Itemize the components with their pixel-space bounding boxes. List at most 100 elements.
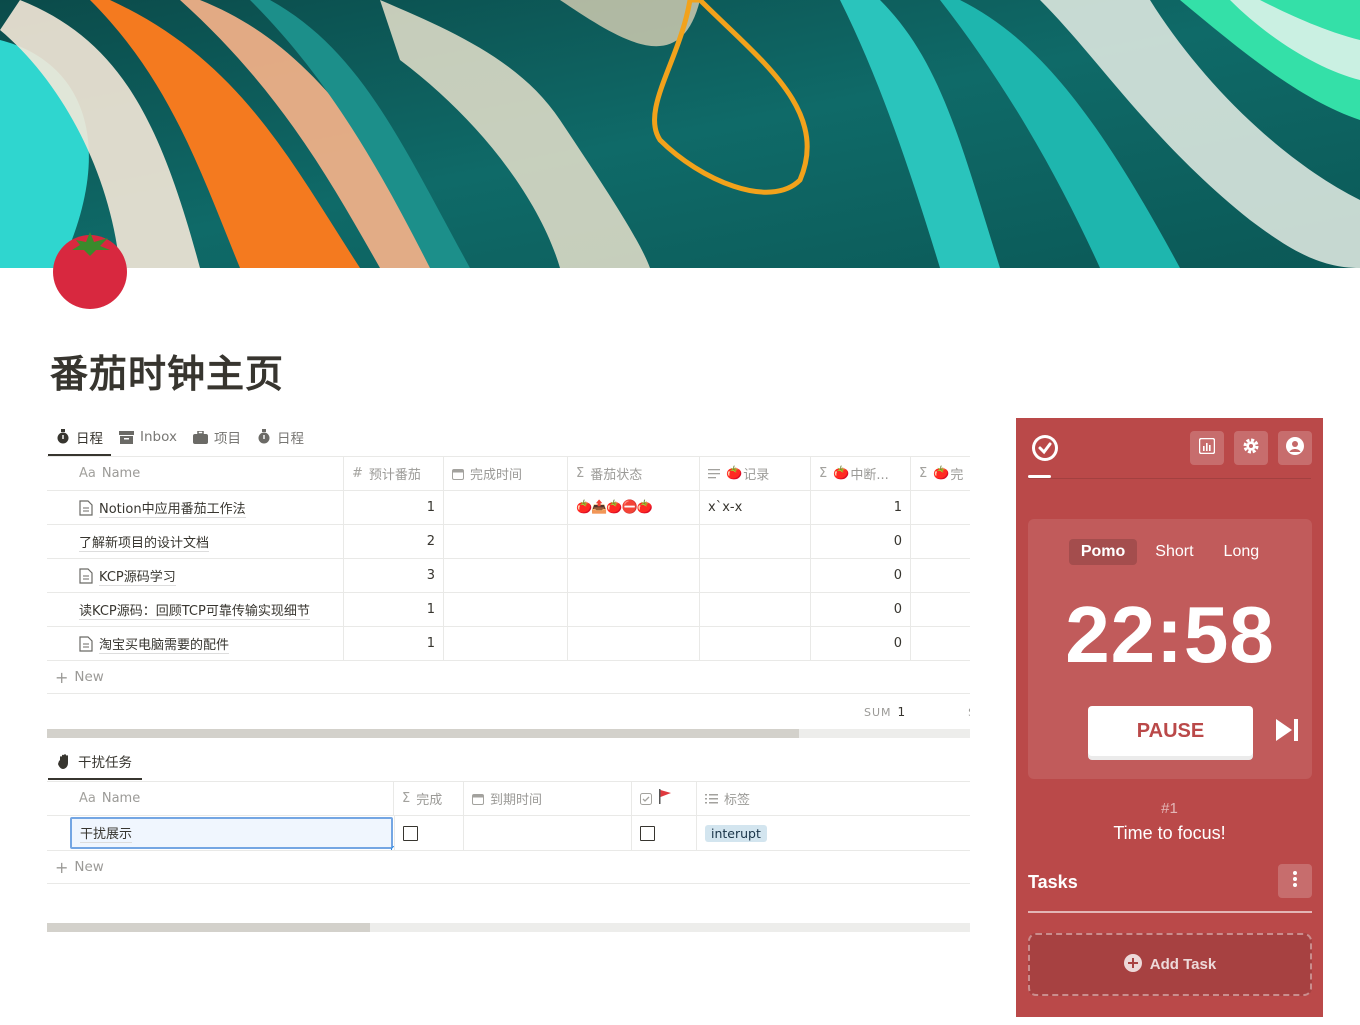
record-cell[interactable] bbox=[700, 593, 811, 626]
column-header-due[interactable]: 到期时间 bbox=[464, 782, 632, 815]
add-new-row-button[interactable]: + New bbox=[47, 661, 970, 694]
mode-long-break-button[interactable]: Long bbox=[1212, 539, 1272, 565]
horizontal-scrollbar-2[interactable] bbox=[47, 923, 970, 932]
briefcase-icon bbox=[192, 430, 208, 444]
row-name-cell[interactable]: 了解新项目的设计文档 bbox=[47, 525, 344, 558]
column-header-complete[interactable]: Σ 🍅 完 bbox=[911, 457, 970, 490]
calendar-icon bbox=[472, 793, 484, 805]
estimate-cell[interactable]: 2 bbox=[344, 525, 444, 558]
column-label: Name bbox=[101, 791, 141, 806]
status-cell[interactable] bbox=[568, 525, 700, 558]
row-name-cell[interactable]: 读KCP源码：回顾TCP可靠传输实现细节 bbox=[47, 593, 344, 626]
complete-cell[interactable] bbox=[911, 525, 970, 558]
table-row[interactable]: 读KCP源码：回顾TCP可靠传输实现细节 1 0 bbox=[47, 593, 970, 627]
interrupt-cell[interactable]: 0 bbox=[811, 593, 911, 626]
column-label: 预计番茄 bbox=[368, 468, 421, 483]
table-row[interactable]: 干扰展示 interupt bbox=[47, 816, 970, 851]
row-name-cell[interactable]: Notion中应用番茄工作法 bbox=[47, 491, 344, 524]
complete-cell[interactable] bbox=[911, 559, 970, 592]
flag-checkbox-cell[interactable] bbox=[632, 816, 697, 850]
column-header-estimate[interactable]: # 预计番茄 bbox=[344, 457, 444, 490]
complete-cell[interactable] bbox=[911, 627, 970, 660]
column-header-record[interactable]: 🍅 记录 bbox=[700, 457, 811, 490]
done-checkbox[interactable] bbox=[403, 825, 418, 841]
settings-button[interactable] bbox=[1234, 431, 1268, 465]
column-header-done[interactable]: Σ 完成 bbox=[394, 782, 464, 815]
interrupt-cell[interactable]: 1 bbox=[811, 491, 911, 524]
profile-button[interactable] bbox=[1278, 431, 1312, 465]
column-label: 完成时间 bbox=[470, 468, 523, 483]
column-header-tags[interactable]: 标签 bbox=[697, 782, 970, 815]
record-cell[interactable] bbox=[700, 525, 811, 558]
scrollbar-thumb[interactable] bbox=[47, 923, 371, 932]
tab-label: 干扰任务 bbox=[78, 755, 132, 771]
sum-label-cut: S bbox=[968, 706, 970, 719]
widget-header bbox=[1028, 418, 1312, 479]
done-time-cell[interactable] bbox=[444, 627, 568, 660]
estimate-cell[interactable]: 3 bbox=[344, 559, 444, 592]
pause-button[interactable]: PAUSE bbox=[1088, 706, 1253, 756]
estimate-cell[interactable]: 1 bbox=[344, 593, 444, 626]
interrupt-cell[interactable]: 0 bbox=[811, 559, 911, 592]
document-icon bbox=[79, 499, 93, 516]
done-time-cell[interactable] bbox=[444, 491, 568, 524]
flag-checkbox[interactable] bbox=[640, 825, 655, 841]
report-button[interactable] bbox=[1190, 431, 1224, 465]
complete-cell[interactable] bbox=[911, 491, 970, 524]
status-cell[interactable]: 🍅📤🍅⛔🍅 bbox=[568, 491, 700, 524]
interrupt-cell[interactable]: 0 bbox=[811, 627, 911, 660]
column-header-name[interactable]: Aa Name bbox=[47, 457, 344, 490]
column-header-name[interactable]: Aa Name bbox=[47, 782, 394, 815]
table-row[interactable]: KCP源码学习 3 0 bbox=[47, 559, 970, 593]
done-checkbox-cell[interactable] bbox=[394, 816, 464, 850]
complete-cell[interactable] bbox=[911, 593, 970, 626]
due-date-cell[interactable] bbox=[464, 816, 632, 850]
done-time-cell[interactable] bbox=[444, 593, 568, 626]
row-name-cell[interactable]: 淘宝买电脑需要的配件 bbox=[47, 627, 344, 660]
estimate-cell[interactable]: 1 bbox=[344, 627, 444, 660]
pomodoro-count[interactable]: #1 bbox=[1016, 800, 1323, 817]
status-cell[interactable] bbox=[568, 627, 700, 660]
user-avatar-icon bbox=[1286, 436, 1304, 460]
checkmark-logo-icon[interactable] bbox=[1032, 435, 1058, 461]
add-new-row-button[interactable]: + New bbox=[47, 851, 970, 884]
status-cell[interactable] bbox=[568, 559, 700, 592]
record-cell[interactable]: x`x-x bbox=[700, 491, 811, 524]
tomato-page-icon[interactable] bbox=[50, 228, 132, 310]
tab-schedule-2[interactable]: 日程 bbox=[249, 420, 312, 454]
column-header-done-time[interactable]: 完成时间 bbox=[444, 457, 568, 490]
row-name-cell[interactable]: KCP源码学习 bbox=[47, 559, 344, 592]
database-view-tabs: 日程 Inbox 项目 日程 bbox=[48, 420, 312, 456]
table-row[interactable]: 了解新项目的设计文档 2 0 bbox=[47, 525, 970, 559]
tasks-menu-button[interactable] bbox=[1278, 864, 1312, 898]
record-cell[interactable] bbox=[700, 627, 811, 660]
tab-schedule[interactable]: 日程 bbox=[48, 420, 111, 456]
column-header-interrupt[interactable]: Σ 🍅 中断... bbox=[811, 457, 911, 490]
tags-cell[interactable]: interupt bbox=[697, 816, 970, 850]
mode-pomo-button[interactable]: Pomo bbox=[1068, 539, 1138, 565]
tab-inbox[interactable]: Inbox bbox=[111, 420, 185, 454]
add-task-button[interactable]: Add Task bbox=[1028, 933, 1312, 996]
done-time-cell[interactable] bbox=[444, 559, 568, 592]
column-label: 标签 bbox=[724, 793, 751, 808]
tab-projects[interactable]: 项目 bbox=[185, 420, 249, 454]
column-header-status[interactable]: Σ 番茄状态 bbox=[568, 457, 700, 490]
column-header-flag[interactable] bbox=[632, 782, 697, 815]
sum-label[interactable]: SUM bbox=[864, 706, 892, 719]
mode-short-break-button[interactable]: Short bbox=[1143, 539, 1205, 565]
record-cell[interactable] bbox=[700, 559, 811, 592]
estimate-cell[interactable]: 1 bbox=[344, 491, 444, 524]
table-row[interactable]: Notion中应用番茄工作法 1 🍅📤🍅⛔🍅 x`x-x 1 bbox=[47, 491, 970, 525]
row-name-cell[interactable]: 干扰展示 bbox=[47, 816, 394, 850]
interrupt-cell[interactable]: 0 bbox=[811, 525, 911, 558]
tab-interrupt-tasks[interactable]: 干扰任务 bbox=[48, 744, 142, 780]
horizontal-scrollbar[interactable] bbox=[47, 729, 970, 738]
tab-label: Inbox bbox=[140, 429, 177, 445]
skip-forward-icon[interactable] bbox=[1274, 717, 1300, 743]
status-cell[interactable] bbox=[568, 593, 700, 626]
table-row[interactable]: 淘宝买电脑需要的配件 1 0 bbox=[47, 627, 970, 661]
done-time-cell[interactable] bbox=[444, 525, 568, 558]
selection-resize-handle[interactable] bbox=[391, 846, 394, 850]
hand-icon bbox=[58, 753, 72, 769]
scrollbar-thumb[interactable] bbox=[47, 729, 800, 738]
